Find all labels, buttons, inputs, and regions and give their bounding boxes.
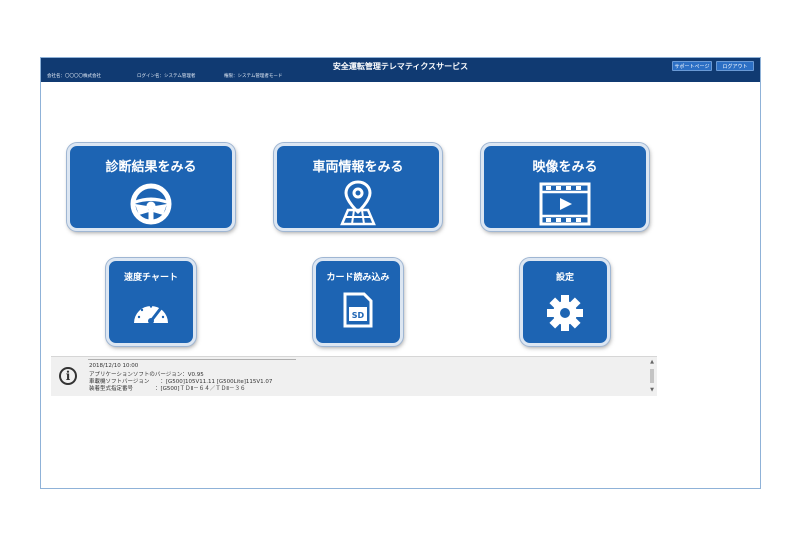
company-name: 会社名：〇〇〇〇株式会社 — [47, 74, 101, 79]
video-label: 映像をみる — [532, 160, 598, 175]
scroll-up-icon[interactable]: ▲ — [649, 359, 655, 365]
video-button[interactable]: 映像をみる — [481, 143, 649, 231]
video-play-icon — [539, 182, 591, 226]
steering-wheel-icon — [130, 183, 172, 225]
model-designation-number: 装着型式指定番号 ：[G500]ＴＤⅡ－６４／ＴＤⅡ－３６ — [89, 386, 246, 392]
settings-button[interactable]: 設定 — [520, 258, 610, 346]
card-read-label: カード読み込み — [326, 273, 390, 283]
app-header: 安全運転管理テレマティクスサービス 会社名：〇〇〇〇株式会社 ログイン名：システ… — [41, 58, 760, 82]
speedometer-icon — [134, 305, 168, 324]
info-icon: i — [59, 367, 77, 385]
speed-chart-label: 速度チャート — [124, 273, 178, 283]
speed-chart-button[interactable]: 速度チャート — [106, 258, 196, 346]
diagnosis-results-label: 診断結果をみる — [105, 160, 197, 175]
app-title: 安全運転管理テレマティクスサービス — [332, 62, 469, 71]
scroll-thumb[interactable] — [650, 369, 654, 383]
diagnosis-results-button[interactable]: 診断結果をみる — [67, 143, 235, 231]
scroll-down-icon[interactable]: ▼ — [649, 387, 655, 393]
permission-mode: 権限：システム管理者モード — [224, 74, 283, 79]
map-pin-icon — [340, 180, 376, 226]
settings-label: 設定 — [555, 273, 574, 283]
svg-text:SD: SD — [352, 311, 365, 320]
info-panel: i 2018/12/10 10:00 アプリケーションソフトのバージョン：V0.… — [51, 356, 657, 396]
vehicle-info-button[interactable]: 車両情報をみる — [274, 143, 442, 231]
logout-button[interactable]: ログアウト — [716, 61, 754, 71]
info-scrollbar[interactable]: ▲ ▼ — [649, 359, 655, 395]
vehicle-info-label: 車両情報をみる — [312, 160, 404, 175]
sd-card-icon: SD — [343, 292, 373, 328]
divider — [88, 359, 296, 360]
support-page-button[interactable]: サポートページ — [672, 61, 712, 71]
card-read-button[interactable]: カード読み込み SD — [313, 258, 403, 346]
gear-icon — [547, 295, 583, 331]
info-date: 2018/12/10 10:00 — [89, 363, 139, 369]
login-name: ログイン名：システム管理者 — [137, 74, 196, 79]
